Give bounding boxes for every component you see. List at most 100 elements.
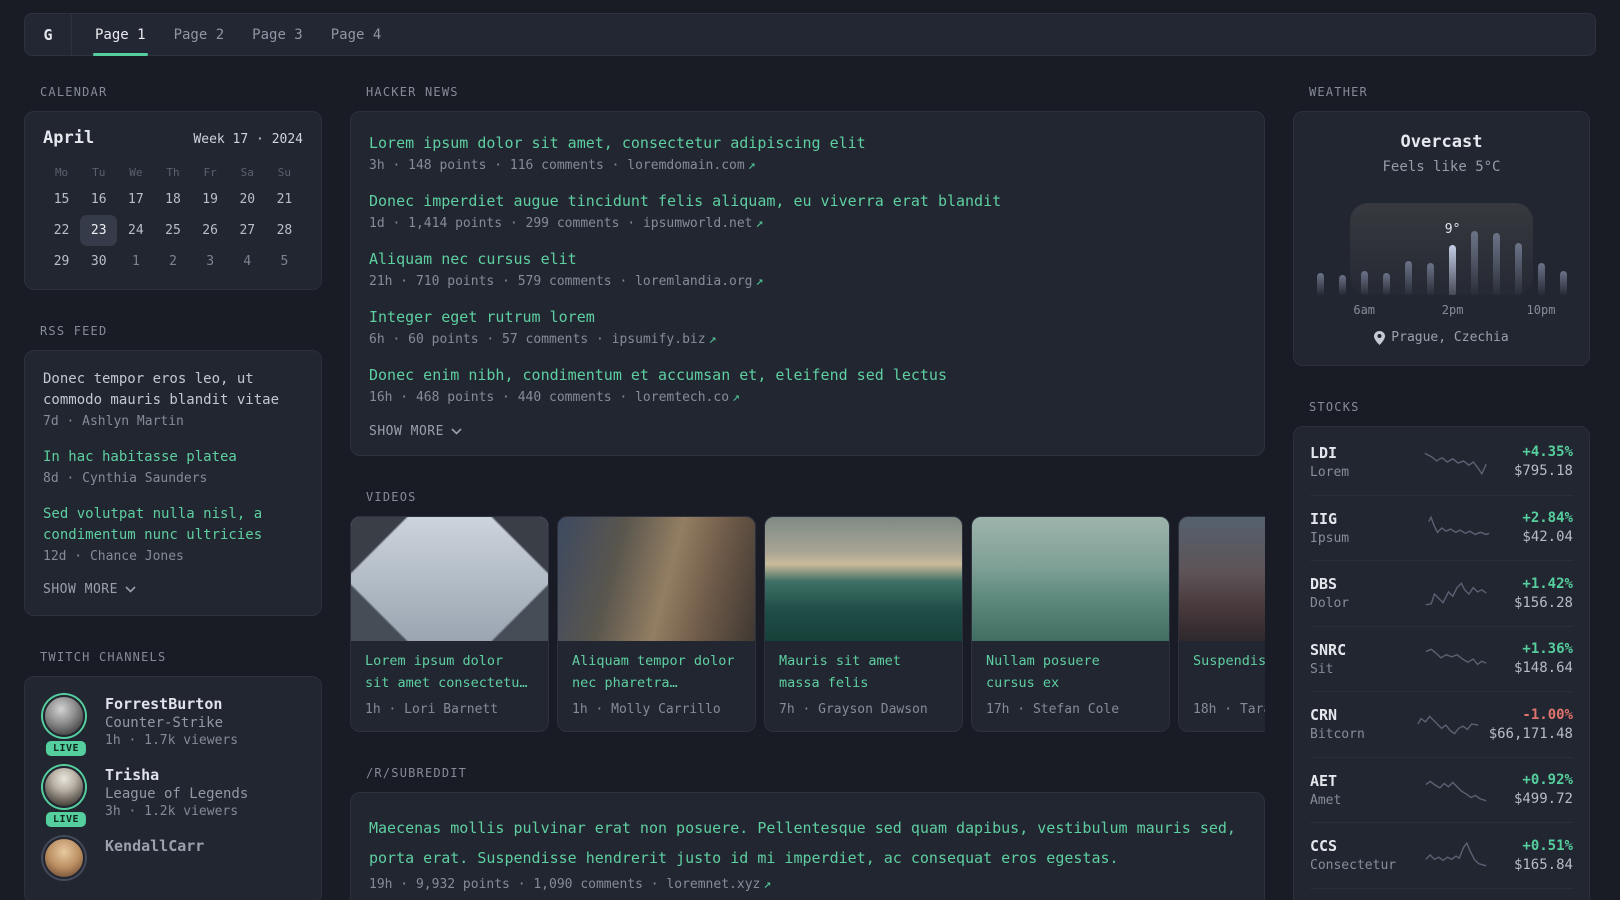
rss-show-more-label: SHOW MORE [43, 582, 118, 597]
twitch-channel-meta: 3h · 1.2k viewers [105, 804, 239, 819]
calendar-day[interactable]: 26 [192, 215, 229, 246]
calendar-month: April [43, 128, 95, 148]
calendar-day[interactable]: 4 [229, 246, 266, 277]
stock-ticker[interactable]: IIG [1310, 510, 1410, 528]
twitch-channel-row[interactable]: LIVE ForrestBurton Counter-Strike 1h · 1… [43, 695, 303, 756]
stock-change: +4.35% [1522, 444, 1573, 461]
rss-show-more-button[interactable]: SHOW MORE [43, 582, 303, 597]
weather-bar-current [1449, 245, 1457, 295]
tab-page-4[interactable]: Page 4 [317, 14, 396, 55]
calendar-day[interactable]: 1 [117, 246, 154, 277]
video-title[interactable]: Suspendisse diam [1193, 651, 1265, 694]
stock-ticker[interactable]: CRN [1310, 706, 1410, 724]
hn-item-domain[interactable]: loremtech.co [635, 390, 729, 405]
stock-row[interactable]: CCS Consectetur +0.51% $165.84 [1310, 822, 1573, 888]
video-card[interactable]: Nullam posuere cursus ex 17h · Stefan Co… [971, 516, 1170, 732]
chevron-down-icon [451, 428, 462, 435]
video-card[interactable]: Lorem ipsum dolor sit amet consectetu… 1… [350, 516, 549, 732]
stock-row[interactable]: IIG Ipsum +2.84% $42.04 [1310, 494, 1573, 561]
tab-page-3[interactable]: Page 3 [238, 14, 317, 55]
tab-page-1[interactable]: Page 1 [81, 14, 160, 56]
hn-item-title[interactable]: Integer eget rutrum lorem [369, 306, 1246, 328]
twitch-channel-name[interactable]: Trisha [105, 766, 248, 784]
stock-name: Lorem [1310, 464, 1350, 480]
app-logo[interactable]: G [25, 14, 72, 55]
twitch-channel-row[interactable]: LIVE Trisha League of Legends 3h · 1.2k … [43, 766, 303, 827]
calendar-day[interactable]: 2 [154, 246, 191, 277]
hn-show-more-button[interactable]: SHOW MORE [369, 424, 1246, 439]
calendar-day[interactable]: 5 [266, 246, 303, 277]
hn-item-domain[interactable]: ipsumworld.net [643, 216, 753, 231]
calendar-day[interactable]: 22 [43, 215, 80, 246]
hn-show-more-label: SHOW MORE [369, 424, 444, 439]
stock-row[interactable]: LDI Lorem +4.35% $795.18 [1310, 429, 1573, 495]
twitch-channel-name[interactable]: KendallCarr [105, 837, 204, 855]
stock-row[interactable]: SNRC Sit +1.36% $148.64 [1310, 625, 1573, 692]
video-card[interactable]: Aliquam tempor dolor nec pharetra… 1h · … [557, 516, 756, 732]
hn-item-title[interactable]: Donec enim nibh, condimentum et accumsan… [369, 364, 1246, 386]
video-card[interactable]: Suspendisse diam 18h · Tara [1178, 516, 1265, 732]
stock-row[interactable]: CRN Bitcorn -1.00% $66,171.48 [1310, 691, 1573, 757]
subreddit-post-domain[interactable]: loremnet.xyz [666, 877, 760, 892]
calendar-day[interactable]: 15 [43, 184, 80, 215]
video-title[interactable]: Nullam posuere cursus ex [986, 651, 1155, 694]
calendar-day[interactable]: 18 [154, 184, 191, 215]
dashboard-content: CALENDAR April Week 17 · 2024 Mo Tu We Th Fr… [0, 56, 1620, 900]
weather-location[interactable]: Prague, Czechia [1314, 330, 1569, 345]
calendar-day[interactable]: 30 [80, 246, 117, 277]
external-link-icon: ↗ [747, 158, 756, 173]
calendar-day[interactable]: 28 [266, 215, 303, 246]
calendar-day-header: Fr [203, 166, 217, 179]
calendar-day[interactable]: 24 [117, 215, 154, 246]
weather-hourly-chart: 9° [1316, 199, 1567, 295]
stock-ticker[interactable]: SNRC [1310, 641, 1410, 659]
calendar-day[interactable]: 25 [154, 215, 191, 246]
calendar-day[interactable]: 29 [43, 246, 80, 277]
weather-bar [1404, 261, 1412, 295]
video-card[interactable]: Mauris sit amet massa felis 7h · Grayson… [764, 516, 963, 732]
calendar-day[interactable]: 19 [192, 184, 229, 215]
calendar-day[interactable]: 3 [192, 246, 229, 277]
tab-page-2[interactable]: Page 2 [160, 14, 239, 55]
hn-item: Donec enim nibh, condimentum et accumsan… [369, 364, 1246, 405]
video-title[interactable]: Mauris sit amet massa felis [779, 651, 948, 694]
rss-item-title[interactable]: Donec tempor eros leo, ut commodo mauris… [43, 369, 303, 411]
twitch-channel-info: ForrestBurton Counter-Strike 1h · 1.7k v… [105, 695, 238, 748]
calendar-day[interactable]: 27 [229, 215, 266, 246]
stock-row[interactable]: DBS Dolor +1.42% $156.28 [1310, 560, 1573, 626]
rss-widget: RSS FEED Donec tempor eros leo, ut commo… [24, 324, 322, 616]
stock-ticker[interactable]: CCS [1310, 837, 1410, 855]
hn-item-domain[interactable]: ipsumify.biz [612, 332, 706, 347]
video-title[interactable]: Aliquam tempor dolor nec pharetra… [572, 651, 741, 694]
subreddit-post-title[interactable]: Maecenas mollis pulvinar erat non posuer… [369, 813, 1246, 873]
stock-ticker[interactable]: DBS [1310, 575, 1410, 593]
stock-row[interactable]: AET Amet +0.92% $499.72 [1310, 756, 1573, 823]
calendar-day[interactable]: 20 [229, 184, 266, 215]
calendar-day-selected[interactable]: 23 [80, 215, 118, 246]
hn-item: Integer eget rutrum lorem 6h · 60 points… [369, 306, 1246, 347]
calendar-day[interactable]: 16 [80, 184, 117, 215]
stock-values: +0.51% $165.84 [1514, 838, 1573, 873]
rss-item-title[interactable]: Sed volutpat nulla nisl, a condimentum n… [43, 504, 303, 546]
videos-section-label: VIDEOS [366, 490, 417, 504]
hn-item-title[interactable]: Lorem ipsum dolor sit amet, consectetur … [369, 132, 1246, 154]
hn-item-domain[interactable]: loremdomain.com [627, 158, 744, 173]
twitch-channel-name[interactable]: ForrestBurton [105, 695, 238, 713]
weather-card: Overcast Feels like 5°C 9° 6am 2pm 10pm [1293, 111, 1590, 366]
hn-item-meta: 16h · 468 points · 440 comments · loremt… [369, 390, 1246, 405]
video-meta: 18h · Tara [1193, 702, 1265, 717]
hn-item-domain[interactable]: loremlandia.org [635, 274, 752, 289]
rss-item-title[interactable]: In hac habitasse platea [43, 447, 303, 468]
chevron-down-icon [125, 586, 136, 593]
calendar-day[interactable]: 17 [117, 184, 154, 215]
stock-ticker[interactable]: AET [1310, 772, 1410, 790]
hn-item-title[interactable]: Donec imperdiet augue tincidunt felis al… [369, 190, 1246, 212]
stock-row[interactable]: AHS +0.46% [1310, 887, 1573, 900]
stock-ticker[interactable]: LDI [1310, 444, 1410, 462]
stock-values: +1.36% $148.64 [1514, 641, 1573, 676]
video-title[interactable]: Lorem ipsum dolor sit amet consectetu… [365, 651, 534, 694]
hn-item-title[interactable]: Aliquam nec cursus elit [369, 248, 1246, 270]
twitch-channel-row[interactable]: KendallCarr [43, 837, 303, 879]
weather-bar [1316, 273, 1324, 295]
calendar-day[interactable]: 21 [266, 184, 303, 215]
